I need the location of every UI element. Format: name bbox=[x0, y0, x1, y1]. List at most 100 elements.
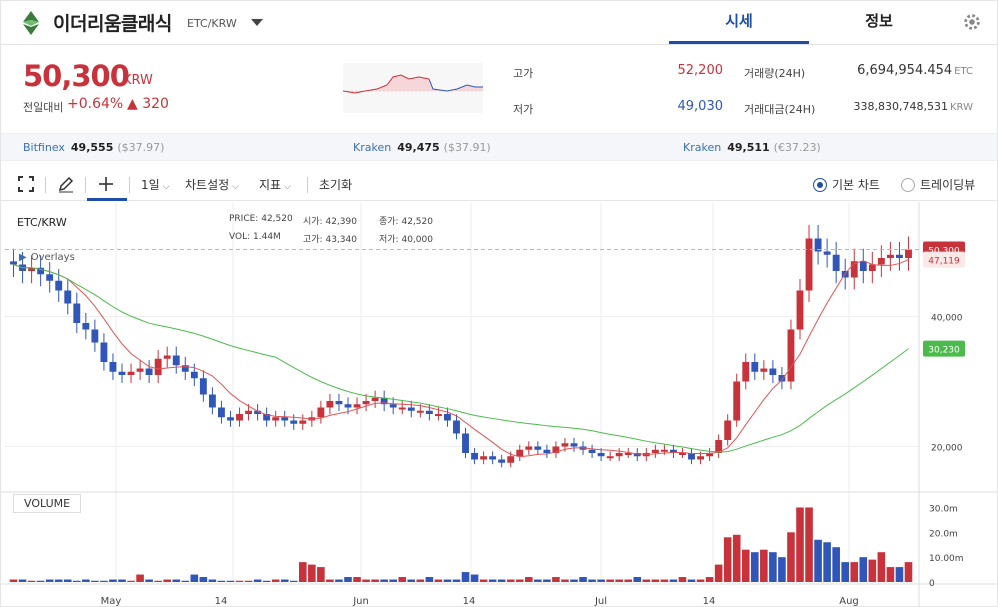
toolbar-divider bbox=[129, 177, 130, 193]
ohlc-close: 종가: 42,520 bbox=[379, 217, 433, 227]
volume-bar bbox=[326, 579, 334, 582]
coin-header: 이더리움클래식 ETC/KRW 시세 정보 bbox=[1, 1, 997, 45]
candle-body bbox=[199, 378, 207, 395]
candle-body bbox=[751, 362, 759, 372]
volume-bar bbox=[407, 579, 416, 582]
candle-body bbox=[606, 456, 614, 459]
volume-bar bbox=[705, 577, 714, 582]
candle-body bbox=[796, 290, 804, 330]
candle-body bbox=[317, 407, 325, 418]
volume-tick-label: 0 bbox=[929, 579, 935, 589]
volume-bar bbox=[145, 579, 153, 582]
volume-bar bbox=[253, 579, 262, 582]
candle-body bbox=[823, 251, 831, 255]
volume-bar bbox=[778, 557, 786, 582]
tab-info[interactable]: 정보 bbox=[809, 1, 949, 44]
candle-body bbox=[597, 453, 605, 457]
volume-bar bbox=[63, 579, 72, 582]
candle-body bbox=[64, 290, 72, 304]
volume-bar bbox=[479, 579, 488, 582]
volume-bar bbox=[118, 579, 126, 582]
volume-bar bbox=[561, 579, 569, 582]
volume-bar bbox=[723, 537, 732, 582]
volume-bar bbox=[904, 562, 913, 582]
candle-body bbox=[299, 420, 307, 424]
volume-bar bbox=[109, 579, 117, 582]
volume-bar bbox=[317, 567, 325, 582]
volume-bar bbox=[262, 580, 271, 582]
volume-bar bbox=[751, 552, 759, 582]
crosshair-icon[interactable] bbox=[97, 175, 115, 193]
exchange-item[interactable]: Bitfinex 49,555 ($37.97) bbox=[23, 141, 164, 154]
candle-body bbox=[371, 397, 379, 401]
volume-bar bbox=[714, 564, 723, 582]
candle-body bbox=[236, 414, 243, 421]
candlestick-chart-svg[interactable]: 40,00020,00050,30047,11930,23030.0m20.0m… bbox=[1, 202, 997, 607]
volume-label: 거래량(24H) bbox=[744, 67, 806, 80]
chart-settings-dropdown[interactable]: 차트설정 ⌵ bbox=[185, 176, 239, 193]
price-chart[interactable]: 40,000 20,000 50,300 47,119 30,230 30.0m 20.0m… bbox=[1, 202, 997, 607]
ma-long-tag: 30,230 bbox=[928, 346, 960, 356]
candle-body bbox=[55, 280, 63, 291]
volume-bar bbox=[642, 579, 651, 582]
volume-bar bbox=[506, 579, 515, 582]
volume-bar bbox=[732, 534, 741, 582]
volume-bar bbox=[669, 579, 678, 582]
volume-bar bbox=[687, 579, 696, 582]
app-root: 이더리움클래식 ETC/KRW 시세 정보 50,300 KRW 전일대비 +0… bbox=[0, 0, 998, 607]
volume-bar bbox=[289, 580, 298, 582]
candle-body bbox=[471, 453, 478, 460]
change-amount: ▲ 320 bbox=[127, 96, 169, 112]
volume-bar bbox=[208, 579, 217, 582]
ohlc-price: PRICE: 42,520 bbox=[229, 214, 293, 224]
volume-bar bbox=[606, 579, 614, 582]
chevron-down-icon: ⌵ bbox=[232, 182, 239, 192]
chevron-down-icon[interactable] bbox=[251, 19, 263, 26]
candle-body bbox=[787, 329, 795, 382]
candle-body bbox=[91, 329, 99, 343]
volume-bar bbox=[823, 542, 831, 582]
gear-icon[interactable] bbox=[961, 11, 983, 33]
volume-bar bbox=[597, 579, 605, 582]
volume-bar bbox=[633, 577, 642, 582]
volume-bar bbox=[299, 562, 307, 582]
volume-bar bbox=[769, 552, 777, 582]
candle-body bbox=[516, 449, 524, 457]
overlays-toggle[interactable]: ▶ Overlays bbox=[19, 252, 75, 263]
fullscreen-icon[interactable] bbox=[17, 175, 35, 193]
volume-bar bbox=[515, 579, 524, 582]
volume-bar bbox=[82, 579, 90, 582]
toolbar-divider bbox=[45, 177, 46, 193]
candle-body bbox=[416, 410, 424, 413]
exchange-item[interactable]: Kraken 49,511 (€37.23) bbox=[683, 141, 821, 154]
x-tick-label: 14 bbox=[463, 596, 476, 607]
radio-empty-icon bbox=[901, 178, 915, 192]
candle-body bbox=[281, 417, 289, 421]
radio-basic-chart[interactable]: 기본 차트 bbox=[813, 176, 880, 193]
candle-body bbox=[651, 449, 659, 453]
volume-bar bbox=[54, 579, 63, 582]
pencil-icon[interactable] bbox=[57, 175, 75, 193]
exchange-item[interactable]: Kraken 49,475 ($37.91) bbox=[353, 141, 491, 154]
candle-body bbox=[227, 417, 234, 421]
indicators-dropdown[interactable]: 지표 ⌵ bbox=[259, 176, 291, 193]
ma-long-line bbox=[13, 264, 909, 453]
volume-bar bbox=[841, 562, 849, 582]
candle-body bbox=[218, 407, 225, 418]
x-tick-label: 14 bbox=[703, 596, 716, 607]
radio-tradingview[interactable]: 트레이딩뷰 bbox=[901, 176, 975, 193]
candle-body bbox=[136, 368, 144, 372]
candle-body bbox=[660, 449, 668, 452]
interval-dropdown[interactable]: 1일 ⌵ bbox=[141, 176, 170, 193]
volume-bar bbox=[271, 579, 280, 582]
volume-bar bbox=[443, 579, 452, 582]
chart-pair-label: ETC/KRW bbox=[17, 216, 67, 229]
reset-button[interactable]: 초기화 bbox=[319, 176, 352, 193]
ma-short-tag: 47,119 bbox=[928, 257, 960, 267]
tab-quote[interactable]: 시세 bbox=[669, 1, 809, 44]
volume-bar bbox=[280, 579, 289, 582]
candle-body bbox=[353, 404, 361, 408]
volume-value: 6,694,954.454 ETC bbox=[857, 63, 973, 78]
volume-bar bbox=[416, 579, 425, 582]
volume-bar bbox=[244, 580, 253, 582]
